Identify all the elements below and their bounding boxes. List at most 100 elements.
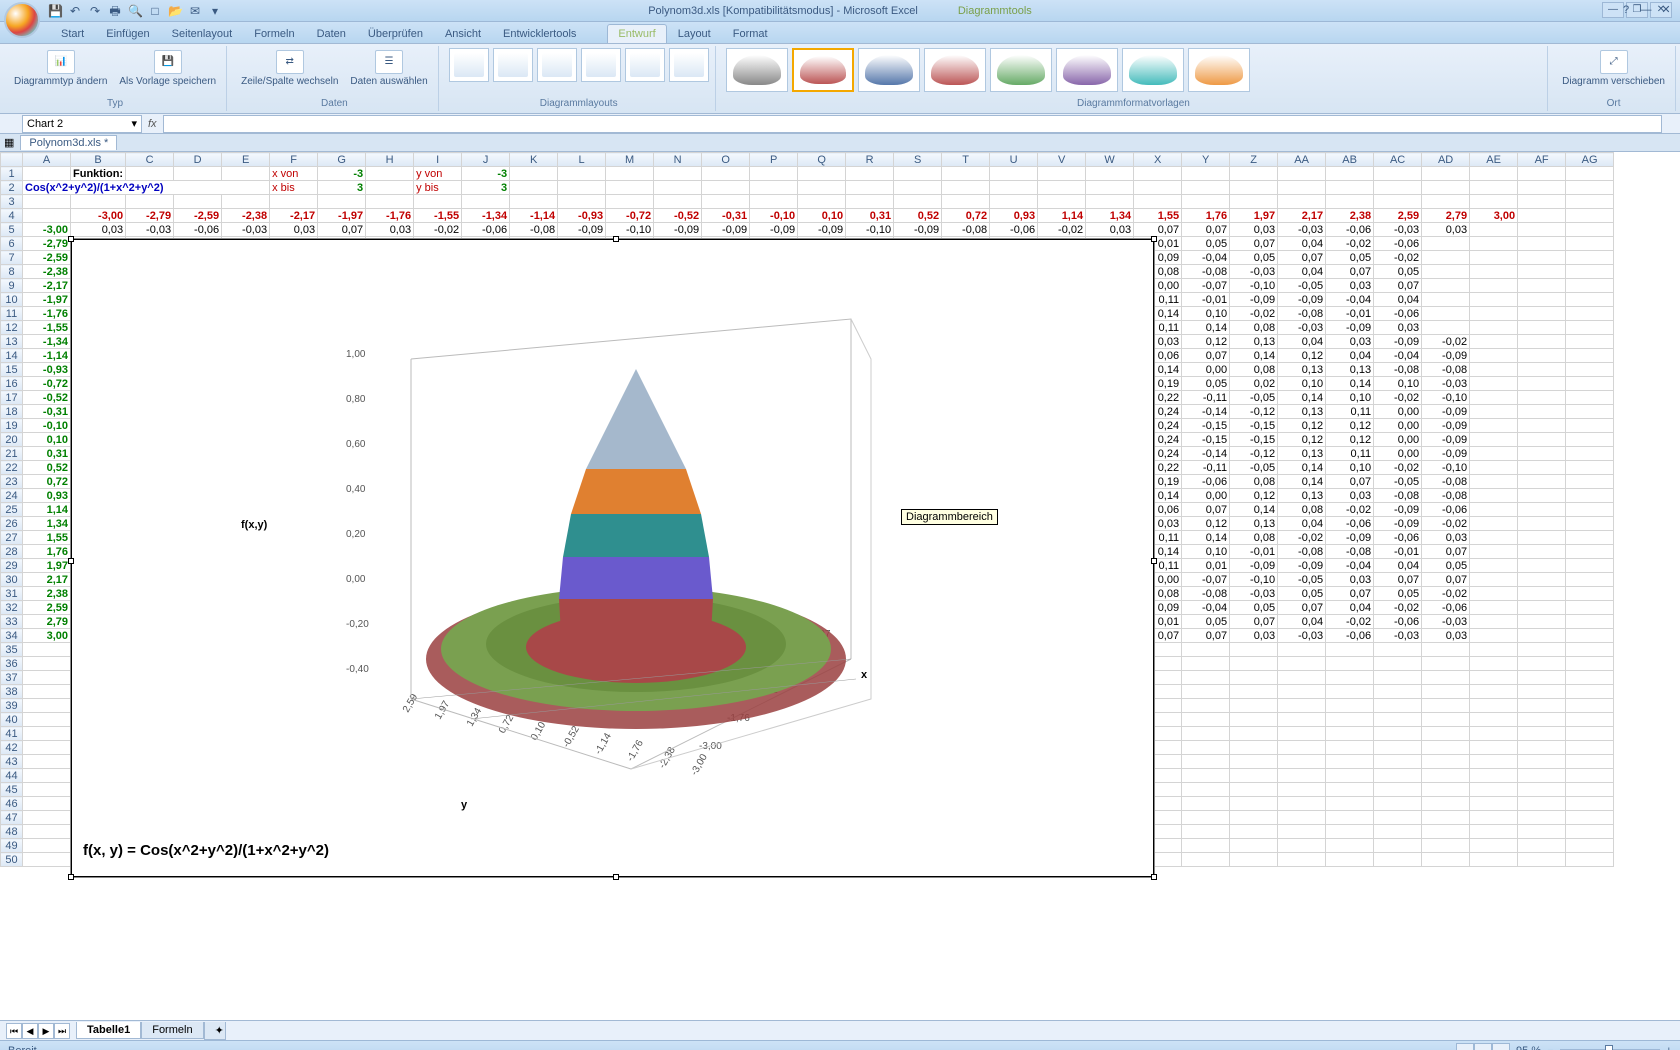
col-header[interactable]: AD — [1422, 153, 1470, 167]
row-header[interactable]: 50 — [1, 853, 23, 867]
tab-daten[interactable]: Daten — [306, 24, 357, 43]
row-header[interactable]: 42 — [1, 741, 23, 755]
sheet-nav-last[interactable]: ⏭ — [54, 1023, 70, 1039]
row-header[interactable]: 5 — [1, 223, 23, 237]
tab-ansicht[interactable]: Ansicht — [434, 24, 492, 43]
qat-new-icon[interactable]: □ — [148, 4, 162, 18]
row-header[interactable]: 40 — [1, 713, 23, 727]
row-header[interactable]: 41 — [1, 727, 23, 741]
col-header[interactable]: Q — [798, 153, 846, 167]
chart-layout-6[interactable] — [669, 48, 709, 82]
chart-style-7[interactable] — [1122, 48, 1184, 92]
row-header[interactable]: 26 — [1, 517, 23, 531]
row-header[interactable]: 30 — [1, 573, 23, 587]
chart-layout-1[interactable] — [449, 48, 489, 82]
row-header[interactable]: 35 — [1, 643, 23, 657]
chart-style-3[interactable] — [858, 48, 920, 92]
chart-style-6[interactable] — [1056, 48, 1118, 92]
row-header[interactable]: 29 — [1, 559, 23, 573]
col-header[interactable]: U — [990, 153, 1038, 167]
resize-handle-s[interactable] — [613, 874, 619, 880]
help-icon[interactable]: ? — [1618, 2, 1634, 18]
qat-open-icon[interactable]: 📂 — [168, 4, 182, 18]
row-header[interactable]: 36 — [1, 657, 23, 671]
row-header[interactable]: 23 — [1, 475, 23, 489]
col-header[interactable]: E — [222, 153, 270, 167]
col-header[interactable]: G — [318, 153, 366, 167]
row-header[interactable]: 13 — [1, 335, 23, 349]
row-header[interactable]: 31 — [1, 587, 23, 601]
view-pagelayout-icon[interactable] — [1474, 1043, 1492, 1050]
col-header[interactable]: C — [126, 153, 174, 167]
col-header[interactable]: J — [462, 153, 510, 167]
chart-style-2[interactable] — [792, 48, 854, 92]
qat-redo-icon[interactable]: ↷ — [88, 4, 102, 18]
name-box[interactable]: Chart 2▾ — [22, 115, 142, 133]
switch-row-col-button[interactable]: ⇄Zeile/Spalte wechseln — [237, 48, 342, 90]
col-header[interactable]: P — [750, 153, 798, 167]
resize-handle-sw[interactable] — [68, 874, 74, 880]
sheet-tab-formeln[interactable]: Formeln — [141, 1022, 203, 1039]
tab-format[interactable]: Format — [722, 24, 779, 43]
sheet-nav-prev[interactable]: ◀ — [22, 1023, 38, 1039]
row-header[interactable]: 32 — [1, 601, 23, 615]
row-header[interactable]: 19 — [1, 419, 23, 433]
view-pagebreak-icon[interactable] — [1492, 1043, 1510, 1050]
row-header[interactable]: 20 — [1, 433, 23, 447]
row-header[interactable]: 46 — [1, 797, 23, 811]
row-header[interactable]: 15 — [1, 363, 23, 377]
tab-seitenlayout[interactable]: Seitenlayout — [161, 24, 244, 43]
col-header[interactable]: N — [654, 153, 702, 167]
col-header[interactable]: I — [414, 153, 462, 167]
formula-bar[interactable] — [163, 115, 1662, 133]
row-header[interactable]: 27 — [1, 531, 23, 545]
resize-handle-w[interactable] — [68, 558, 74, 564]
chart-layout-3[interactable] — [537, 48, 577, 82]
zoom-out-button[interactable]: − — [1547, 1045, 1553, 1050]
chart-style-1[interactable] — [726, 48, 788, 92]
embedded-chart[interactable]: f(x,y) x y f(x, y) = Cos(x^2+y^2)/(1+x^2… — [70, 238, 1155, 878]
resize-handle-nw[interactable] — [68, 236, 74, 242]
office-button[interactable] — [4, 2, 40, 38]
col-header[interactable]: X — [1134, 153, 1182, 167]
col-header[interactable]: Z — [1230, 153, 1278, 167]
chart-layout-4[interactable] — [581, 48, 621, 82]
resize-handle-ne[interactable] — [1151, 236, 1157, 242]
resize-handle-se[interactable] — [1151, 874, 1157, 880]
chart-style-5[interactable] — [990, 48, 1052, 92]
tab-formeln[interactable]: Formeln — [243, 24, 305, 43]
col-header[interactable]: H — [366, 153, 414, 167]
col-header[interactable]: AC — [1374, 153, 1422, 167]
col-header[interactable]: K — [510, 153, 558, 167]
workbook-tab[interactable]: Polynom3d.xls * — [20, 135, 117, 150]
row-header[interactable]: 9 — [1, 279, 23, 293]
row-header[interactable]: 38 — [1, 685, 23, 699]
col-header[interactable]: Y — [1182, 153, 1230, 167]
row-header[interactable]: 44 — [1, 769, 23, 783]
col-header[interactable]: AF — [1518, 153, 1566, 167]
qat-mail-icon[interactable]: ✉ — [188, 4, 202, 18]
col-header[interactable]: M — [606, 153, 654, 167]
save-template-button[interactable]: 💾Als Vorlage speichern — [115, 48, 220, 90]
col-header[interactable]: A — [23, 153, 71, 167]
sheet-tab-tabelle1[interactable]: Tabelle1 — [76, 1022, 141, 1039]
row-header[interactable]: 14 — [1, 349, 23, 363]
col-header[interactable]: B — [71, 153, 126, 167]
chart-layout-2[interactable] — [493, 48, 533, 82]
row-header[interactable]: 4 — [1, 209, 23, 223]
row-header[interactable]: 10 — [1, 293, 23, 307]
row-header[interactable]: 17 — [1, 391, 23, 405]
chart-style-4[interactable] — [924, 48, 986, 92]
row-header[interactable]: 47 — [1, 811, 23, 825]
zoom-in-button[interactable]: + — [1666, 1045, 1672, 1050]
col-header[interactable]: AG — [1566, 153, 1614, 167]
tab-start[interactable]: Start — [50, 24, 95, 43]
change-chart-type-button[interactable]: 📊Diagrammtyp ändern — [10, 48, 111, 90]
row-header[interactable]: 6 — [1, 237, 23, 251]
col-header[interactable]: D — [174, 153, 222, 167]
tab-ueberpruefen[interactable]: Überprüfen — [357, 24, 434, 43]
col-header[interactable]: AA — [1278, 153, 1326, 167]
tab-layout[interactable]: Layout — [667, 24, 722, 43]
qat-print-icon[interactable]: 🖶 — [108, 4, 122, 18]
qat-undo-icon[interactable]: ↶ — [68, 4, 82, 18]
